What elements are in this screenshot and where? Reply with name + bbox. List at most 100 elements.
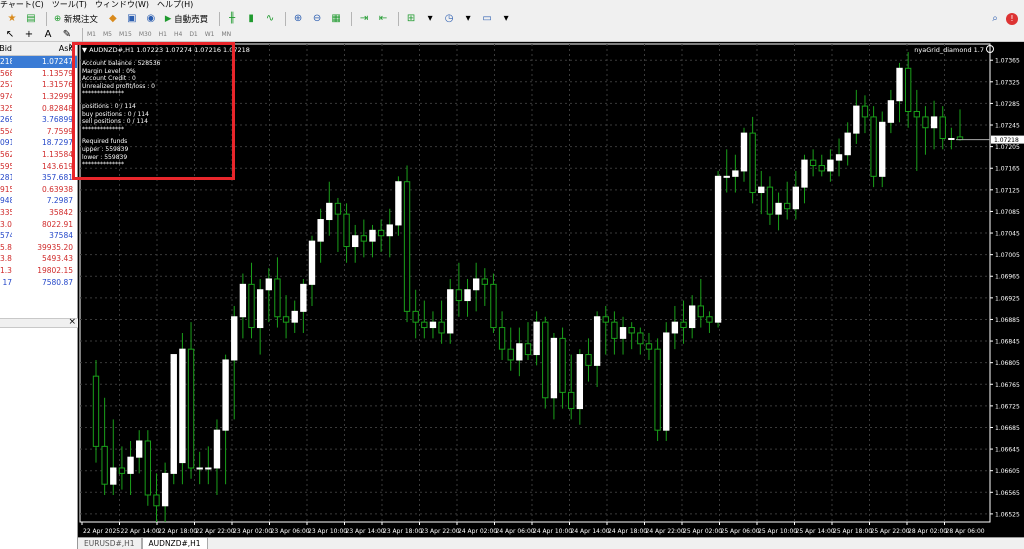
metaeditor-icon[interactable]: ◆ <box>105 11 121 27</box>
candle-body <box>498 327 506 350</box>
price-tick-label: 1.06525 <box>995 511 1020 518</box>
data-window-icon[interactable]: ▤ <box>23 11 39 27</box>
market-watch-row[interactable]: 335 35842 <box>0 207 77 219</box>
line-chart-icon[interactable]: ∿ <box>262 11 278 27</box>
tile-windows-icon[interactable]: ▦ <box>328 11 344 27</box>
crosshair-icon[interactable]: + <box>21 27 37 43</box>
market-watch-row[interactable]: 281 357.681 <box>0 172 77 184</box>
ask-value: 37584 <box>49 231 73 241</box>
auto-scroll-icon[interactable]: ⇥ <box>356 11 372 27</box>
search-icon[interactable]: ⌕ <box>987 11 1003 27</box>
menu-tools[interactable]: ツール(T) <box>52 0 95 10</box>
shapes-icon[interactable]: ✎ <box>59 27 75 43</box>
new-order-button[interactable]: ⊕ 新規注文 <box>51 11 101 27</box>
smiley-icon[interactable] <box>986 45 994 53</box>
market-watch-row[interactable]: 568 1.13579 <box>0 68 77 80</box>
timeframe-h1[interactable]: H1 <box>159 31 167 38</box>
candle-body <box>153 494 160 507</box>
cursor-icon[interactable]: ↖ <box>2 27 18 43</box>
candle-body <box>732 170 739 177</box>
indicators-icon[interactable]: ⊞ <box>403 11 419 27</box>
bid-value: 574 <box>0 231 12 241</box>
market-watch-row[interactable]: 17 7580.87 <box>0 276 77 288</box>
market-watch-row[interactable]: 3.83 5493.43 <box>0 253 77 265</box>
market-watch-row[interactable]: 325 0.82848 <box>0 102 77 114</box>
market-watch-row[interactable]: 269 3.76899 <box>0 114 77 126</box>
menu-help[interactable]: ヘルプ(H) <box>157 0 201 10</box>
menu-chart[interactable]: チャート(C) <box>0 0 52 10</box>
terminal-icon[interactable]: ▣ <box>124 11 140 27</box>
price-tick-label: 1.06765 <box>995 382 1020 389</box>
time-tick-label: 28 Apr 06:00 <box>946 528 985 535</box>
candle-body <box>801 159 808 188</box>
market-watch-row[interactable]: 5.80 39935.20 <box>0 242 77 254</box>
bid-value: 325 <box>0 103 12 113</box>
auto-trading-button[interactable]: ▶ 自動売買 <box>162 11 211 27</box>
tester-icon[interactable]: ◉ <box>143 11 159 27</box>
tab-audnzd[interactable]: AUDNZD#,H1 <box>141 538 208 549</box>
timeframe-m30[interactable]: M30 <box>139 31 152 38</box>
candle-body <box>663 332 670 431</box>
expert-advisor-label[interactable]: nyaGrid_diamond 1.7 <box>914 46 984 54</box>
market-watch-row[interactable]: 3.01 8022.91 <box>0 218 77 230</box>
candle-body <box>472 278 480 291</box>
market-watch-row[interactable]: 091 18.7297 <box>0 137 77 149</box>
market-watch-row[interactable]: 574 37584 <box>0 230 77 242</box>
market-watch-row[interactable]: 257 1.31576 <box>0 79 77 91</box>
candle-body <box>239 283 247 318</box>
market-watch-row[interactable]: 218 1.07247 <box>0 56 77 68</box>
market-watch-row[interactable]: 595 143.619 <box>0 160 77 172</box>
bar-chart-icon[interactable]: ╫ <box>224 11 240 27</box>
market-watch-row[interactable]: 1.35 19802.15 <box>0 265 77 277</box>
dropdown-arrow-icon[interactable]: ▾ <box>498 11 514 27</box>
text-tool-icon[interactable]: A <box>40 27 56 43</box>
price-tick-label: 1.07285 <box>995 101 1020 108</box>
time-tick-label: 23 Apr 22:00 <box>421 528 460 535</box>
candle-body <box>697 305 704 318</box>
market-watch-row[interactable]: 974 1.32999 <box>0 91 77 103</box>
candle-body <box>922 116 929 129</box>
candle-body <box>835 154 843 161</box>
timeframe-m5[interactable]: M5 <box>103 31 112 38</box>
close-icon[interactable]: × <box>68 317 76 327</box>
time-tick-label: 23 Apr 02:00 <box>233 528 272 535</box>
market-watch-row[interactable]: 554 7.7599 <box>0 126 77 138</box>
price-tick-label: 1.06925 <box>995 295 1020 302</box>
tab-eurusd[interactable]: EURUSD#,H1 <box>78 538 142 549</box>
bid-value: 281 <box>0 173 12 183</box>
candle-body <box>930 116 938 129</box>
menu-window[interactable]: ウィンドウ(W) <box>95 0 157 10</box>
market-watch-row[interactable]: 562 1.13584 <box>0 149 77 161</box>
templates-icon[interactable]: ▭ <box>479 11 495 27</box>
candle-body <box>352 235 359 248</box>
chart-shift-icon[interactable]: ⇤ <box>375 11 391 27</box>
time-tick-label: 25 Apr 06:00 <box>721 528 760 535</box>
candle-body <box>654 348 661 431</box>
candle-body <box>827 159 834 172</box>
timeframe-h4[interactable]: H4 <box>174 31 182 38</box>
candle-body <box>248 283 255 329</box>
notification-icon[interactable]: ! <box>1006 13 1018 25</box>
candle-body <box>507 348 514 361</box>
candle-body <box>464 289 471 302</box>
timeframe-d1[interactable]: D1 <box>189 31 197 38</box>
timeframe-w1[interactable]: W1 <box>205 31 215 38</box>
market-watch-icon[interactable]: ★ <box>4 11 20 27</box>
candle-chart-icon[interactable]: ▮ <box>243 11 259 27</box>
market-watch-row[interactable]: 915 0.63938 <box>0 184 77 196</box>
timeframe-mn[interactable]: MN <box>222 31 232 38</box>
zoom-in-icon[interactable]: ⊕ <box>290 11 306 27</box>
candle-body <box>92 375 100 447</box>
zoom-out-icon[interactable]: ⊖ <box>309 11 325 27</box>
market-watch-row[interactable]: 948 7.2987 <box>0 195 77 207</box>
price-tick-label: 1.07365 <box>995 58 1020 65</box>
toolbar-divider <box>82 27 83 42</box>
periods-icon[interactable]: ◷ <box>441 11 457 27</box>
time-tick-label: 24 Apr 18:00 <box>608 528 647 535</box>
dropdown-arrow-icon[interactable]: ▾ <box>460 11 476 27</box>
chart-window[interactable]: 1.07365 1.07325 1.07285 1.07245 1.07205 1.071… <box>72 42 1024 537</box>
timeframe-m1[interactable]: M1 <box>87 31 96 38</box>
timeframe-m15[interactable]: M15 <box>119 31 132 38</box>
bid-column-header[interactable]: Bid <box>0 44 12 53</box>
dropdown-arrow-icon[interactable]: ▾ <box>422 11 438 27</box>
